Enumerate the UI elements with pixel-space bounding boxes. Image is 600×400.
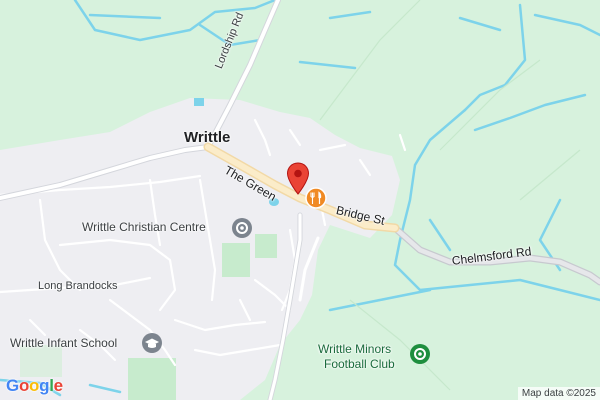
poi-label-minors-line1[interactable]: Writtle Minors	[318, 342, 391, 356]
place-of-worship-icon[interactable]	[231, 217, 253, 239]
road-label-long-brandocks: Long Brandocks	[38, 280, 118, 292]
map-attribution[interactable]: Map data ©2025	[517, 387, 600, 400]
location-pin-icon[interactable]	[286, 162, 310, 196]
park-area	[128, 358, 176, 400]
town-label-writtle: Writtle	[184, 129, 231, 146]
school-icon[interactable]	[141, 332, 163, 354]
pond	[194, 98, 204, 106]
poi-label-infant-school[interactable]: Writtle Infant School	[10, 336, 117, 350]
poi-label-minors-line2[interactable]: Football Club	[324, 357, 395, 371]
google-logo[interactable]: Google	[6, 376, 63, 396]
map-canvas[interactable]: Lordship Rd Writtle The Green Bridge St …	[0, 0, 600, 400]
park-area	[222, 243, 250, 277]
sports-ground-icon[interactable]	[409, 343, 431, 365]
poi-label-christian-centre[interactable]: Writtle Christian Centre	[82, 220, 206, 234]
park-area	[255, 234, 277, 258]
